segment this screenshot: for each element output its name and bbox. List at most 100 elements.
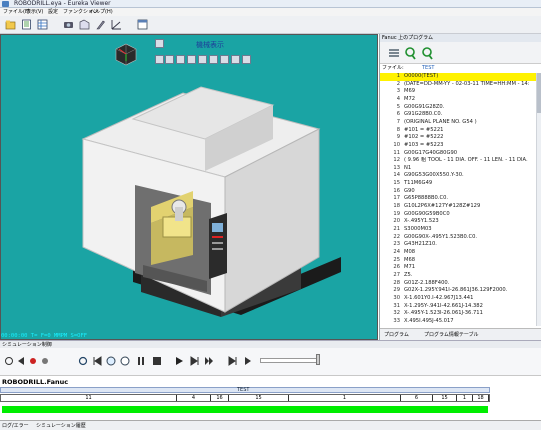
program-line[interactable]: 1 O0000(TEST)	[380, 73, 536, 81]
record-button[interactable]	[28, 356, 38, 366]
skip-start-icon	[93, 356, 102, 366]
view-top-icon[interactable]	[155, 55, 164, 64]
program-line[interactable]: 4 M72	[380, 96, 536, 104]
machine-button[interactable]	[78, 18, 91, 31]
program-line[interactable]: 5 G00G91G28Z0.	[380, 104, 536, 112]
view-rotate-icon[interactable]	[198, 55, 207, 64]
view-cube-icon[interactable]	[113, 42, 139, 68]
program-line[interactable]: 17 G65P8888B0.C0.	[380, 195, 536, 203]
program-line[interactable]: 12 ( 9.96 粗 TOOL - 11 DIA. OFF. - 11 LEN.…	[380, 157, 536, 165]
line-number: 10	[393, 141, 400, 148]
first-button[interactable]	[92, 356, 102, 366]
menu-view[interactable]: 表示(V)	[26, 8, 43, 16]
skip-end-button[interactable]	[228, 356, 238, 366]
main-toolbar	[0, 16, 541, 34]
program-line[interactable]: 28 G01Z-2.188F400.	[380, 280, 536, 288]
tool-segment[interactable]: 18	[473, 395, 489, 401]
step-forward-button[interactable]	[190, 356, 200, 366]
speed-slider-thumb[interactable]	[316, 354, 320, 365]
clock-button[interactable]	[106, 356, 116, 366]
program-line[interactable]: 23 G43H21Z10.	[380, 241, 536, 249]
camera-button[interactable]	[62, 18, 75, 31]
pause-button[interactable]	[136, 356, 146, 366]
view-section-icon[interactable]	[231, 55, 240, 64]
tool-segment[interactable]: 11	[1, 395, 177, 401]
program-line[interactable]: 9 #102 = #5222	[380, 134, 536, 142]
line-number: 28	[393, 279, 400, 286]
program-line[interactable]: 6 G91G28B0.C0.	[380, 111, 536, 119]
program-listing[interactable]: 1 O0000(TEST) 2 (DATE=DD-MM-YY - 02-03-11 T…	[380, 73, 536, 326]
program-line[interactable]: 3 M69	[380, 88, 536, 96]
reset-button[interactable]	[4, 356, 14, 366]
stop-button[interactable]	[152, 356, 162, 366]
program-line[interactable]: 31 X-1.295Y-.941I-42.661J-14.382	[380, 303, 536, 311]
program-line[interactable]: 24 M08	[380, 249, 536, 257]
step-back-button[interactable]	[16, 356, 26, 366]
program-line[interactable]: 21 S3000M03	[380, 226, 536, 234]
view-zoom-icon[interactable]	[209, 55, 218, 64]
open-button[interactable]	[4, 18, 17, 31]
program-line[interactable]: 7 (ORIGINAL PLANE NO. G54 )	[380, 119, 536, 127]
program-line[interactable]: 20 X-.495Y1.523	[380, 218, 536, 226]
program-line[interactable]: 16 G90	[380, 188, 536, 196]
line-number: 32	[393, 310, 400, 317]
window-button[interactable]	[136, 18, 149, 31]
step-line-button[interactable]	[244, 356, 254, 366]
view-pan-icon[interactable]	[220, 55, 229, 64]
program-line[interactable]: 26 M71	[380, 264, 536, 272]
program-line[interactable]: 27 Z5.	[380, 272, 536, 280]
tool-segment[interactable]: 6	[401, 395, 433, 401]
view-fit-icon[interactable]	[155, 39, 164, 48]
list-button[interactable]	[20, 18, 33, 31]
view-iso-icon[interactable]	[187, 55, 196, 64]
tool-button[interactable]	[94, 18, 107, 31]
tool-segments[interactable]: 11 4 16 15 1 6 15 1 18	[0, 394, 490, 402]
line-number: 3	[396, 88, 400, 95]
program-line[interactable]: 25 M68	[380, 257, 536, 265]
menu-settings[interactable]: 設定	[48, 8, 58, 16]
listing-scrollbar[interactable]	[536, 73, 541, 326]
program-line[interactable]: 2 (DATE=DD-MM-YY - 02-03-11 TIME=HH:MM - …	[380, 81, 536, 89]
program-line[interactable]: 33 X.495I.495J-45.017	[380, 318, 536, 326]
search-prev-icon[interactable]	[421, 46, 434, 60]
program-line[interactable]: 10 #103 = #5223	[380, 142, 536, 150]
tool-segment[interactable]: 4	[177, 395, 211, 401]
line-text: G65P8888B0.C0.	[404, 195, 449, 202]
program-line[interactable]: 22 G00G90X-.495Y1.523B0.C0.	[380, 234, 536, 242]
loop-button[interactable]	[78, 356, 88, 366]
view-shade-icon[interactable]	[242, 55, 251, 64]
loop-icon	[78, 356, 88, 366]
program-line[interactable]: 8 #101 = #5221	[380, 127, 536, 135]
program-line[interactable]: 11 G00G17G40G80G90	[380, 150, 536, 158]
tab-program[interactable]: プログラム	[384, 331, 409, 338]
program-line[interactable]: 29 G02X-1.295Y.941I-26.861J36.129F2000.	[380, 287, 536, 295]
view-side-icon[interactable]	[176, 55, 185, 64]
program-line[interactable]: 14 G90G53G00X550.Y-30.	[380, 172, 536, 180]
program-line[interactable]: 13 N1	[380, 165, 536, 173]
program-line[interactable]: 32 X-.495Y-1.523I-26.061J-36.711	[380, 310, 536, 318]
program-line[interactable]: 19 G00G90G59B0C0	[380, 211, 536, 219]
program-line[interactable]: 30 X-1.601Y0.I-42.967J13.441	[380, 295, 536, 303]
mark-button[interactable]	[120, 356, 130, 366]
speed-slider[interactable]	[260, 358, 320, 363]
chart-button[interactable]	[110, 18, 123, 31]
tool-segment[interactable]: 15	[229, 395, 289, 401]
view-front-icon[interactable]	[165, 55, 174, 64]
tool-segment[interactable]: 1	[457, 395, 473, 401]
menu-help[interactable]: ヘルプ(H)	[90, 8, 113, 16]
tab-program-info[interactable]: プログラム情報テーブル	[424, 331, 479, 338]
line-text: ( 9.96 粗 TOOL - 11 DIA. OFF. - 11 LEN. -…	[404, 157, 528, 164]
program-line[interactable]: 15 T11M6G49	[380, 180, 536, 188]
tool-segment[interactable]: 15	[433, 395, 457, 401]
program-line[interactable]: 18 G10L2P6X#127Y#128Z#129	[380, 203, 536, 211]
tool-segment[interactable]: 16	[211, 395, 229, 401]
line-number: 24	[393, 248, 400, 255]
fast-forward-button[interactable]	[204, 356, 214, 366]
search-next-icon[interactable]	[404, 46, 417, 60]
play-button[interactable]	[174, 356, 184, 366]
settings-button[interactable]	[40, 356, 50, 366]
tool-segment[interactable]: 1	[289, 395, 401, 401]
list-view-icon[interactable]	[388, 47, 400, 59]
machine-viewport[interactable]: 機械表示 00:00:00 T= F=0 MMPM S=OFF	[0, 34, 378, 340]
table-button[interactable]	[36, 18, 49, 31]
